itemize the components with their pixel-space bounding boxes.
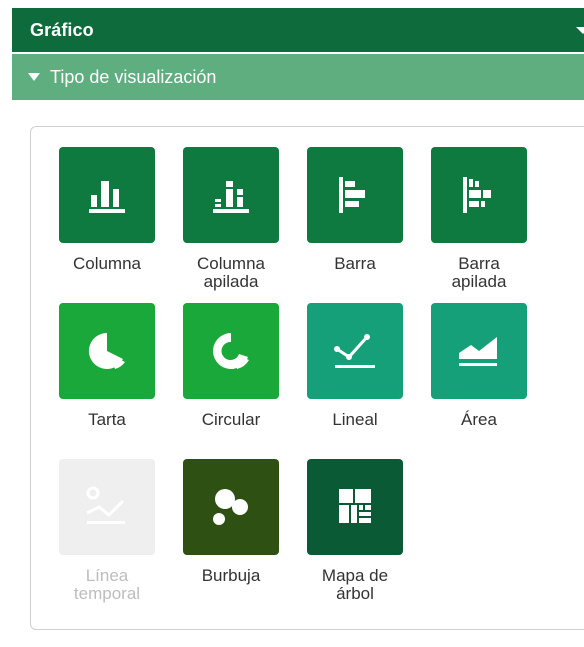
option-stacked-column[interactable] bbox=[183, 147, 279, 243]
option-stacked-bar-label: Barra apilada bbox=[451, 254, 507, 291]
area-chart-icon bbox=[455, 329, 503, 373]
option-donut[interactable] bbox=[183, 303, 279, 399]
stacked-bar-chart-icon bbox=[457, 173, 501, 217]
option-line[interactable] bbox=[307, 303, 403, 399]
option-treemap[interactable] bbox=[307, 459, 403, 555]
option-time-series-label: Línea temporal bbox=[73, 566, 141, 603]
option-area-label: Área bbox=[461, 410, 497, 429]
pie-chart-icon bbox=[85, 329, 129, 373]
visualization-type-section-header[interactable]: Tipo de visualización bbox=[12, 54, 584, 100]
chart-panel-title: Gráfico bbox=[30, 19, 94, 40]
visualization-options-panel: Columna Columna apilada Barra Barra apil… bbox=[30, 126, 584, 630]
option-treemap-label: Mapa de árbol bbox=[321, 566, 389, 603]
expand-triangle-icon bbox=[28, 73, 40, 81]
option-stacked-bar[interactable] bbox=[431, 147, 527, 243]
option-stacked-column-label: Columna apilada bbox=[196, 254, 266, 291]
visualization-type-title: Tipo de visualización bbox=[50, 66, 217, 87]
treemap-chart-icon bbox=[333, 485, 377, 529]
bar-chart-icon bbox=[333, 173, 377, 217]
column-chart-icon bbox=[85, 175, 129, 215]
bubble-chart-icon bbox=[209, 485, 253, 529]
option-pie[interactable] bbox=[59, 303, 155, 399]
option-bar-label: Barra bbox=[334, 254, 376, 273]
stacked-column-chart-icon bbox=[209, 175, 253, 215]
option-column-label: Columna bbox=[72, 254, 142, 273]
collapse-caret-icon[interactable] bbox=[576, 27, 584, 34]
option-bar[interactable] bbox=[307, 147, 403, 243]
line-chart-icon bbox=[331, 329, 379, 373]
option-column[interactable] bbox=[59, 147, 155, 243]
option-area[interactable] bbox=[431, 303, 527, 399]
donut-chart-icon bbox=[209, 329, 253, 373]
time-series-chart-icon bbox=[83, 485, 131, 529]
option-donut-label: Circular bbox=[201, 410, 261, 429]
option-line-label: Lineal bbox=[332, 410, 378, 429]
option-bubble[interactable] bbox=[183, 459, 279, 555]
option-pie-label: Tarta bbox=[88, 410, 126, 429]
chart-panel-header[interactable]: Gráfico bbox=[12, 8, 584, 52]
option-bubble-label: Burbuja bbox=[201, 566, 261, 585]
option-time-series bbox=[59, 459, 155, 555]
